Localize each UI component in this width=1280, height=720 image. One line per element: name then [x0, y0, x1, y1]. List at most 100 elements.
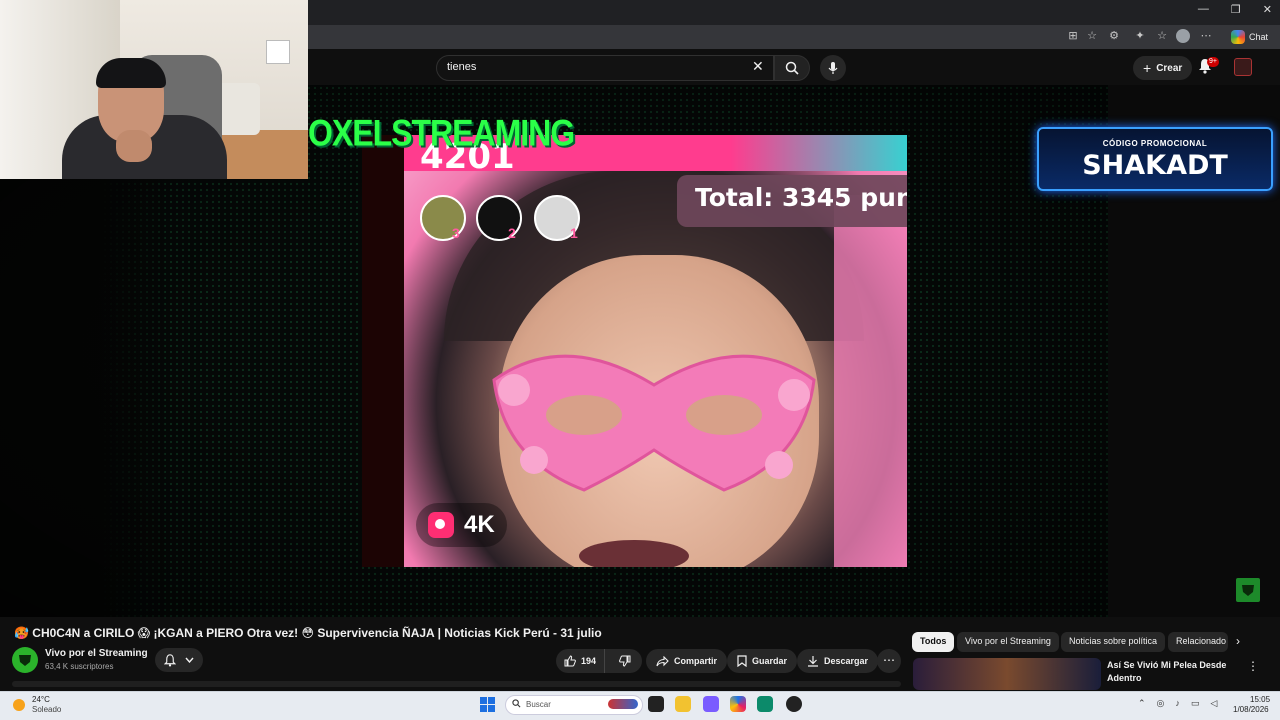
- download-button[interactable]: Descargar: [797, 649, 879, 673]
- likes-icon: [428, 512, 454, 538]
- subscription-bell-button[interactable]: [155, 648, 203, 672]
- recommendation-title[interactable]: Así Se Vivió Mi Pelea Desde Adentro: [1107, 659, 1232, 685]
- browser-menu-icon[interactable]: ⋯: [1199, 29, 1213, 43]
- task-view-icon[interactable]: [648, 696, 664, 712]
- clip-likes-count: 4K: [464, 511, 495, 538]
- search-button[interactable]: [774, 55, 810, 81]
- microphone-icon: [828, 62, 838, 74]
- weather-description[interactable]: Soleado: [32, 705, 61, 714]
- clip-likes-pill: 4K: [416, 503, 507, 547]
- copilot-icon: [1230, 30, 1245, 44]
- create-button[interactable]: + Crear: [1133, 56, 1193, 80]
- webcam-overlay: [0, 0, 308, 179]
- share-button[interactable]: Compartir: [646, 649, 728, 673]
- save-button[interactable]: Guardar: [727, 649, 798, 673]
- rank-number: 1: [570, 225, 578, 241]
- edge-browser-icon[interactable]: [757, 696, 773, 712]
- stream-watermark: OXELSTREAMING: [308, 112, 575, 154]
- like-count: 194: [581, 656, 597, 666]
- window-controls: — ❐ ✕: [1198, 3, 1272, 16]
- clock-date[interactable]: 1/08/2026: [1233, 705, 1269, 714]
- system-tray: ⌃ ◎ ♪ ▭ ◁: [1138, 698, 1217, 709]
- create-label: Crear: [1156, 62, 1183, 74]
- search-input[interactable]: tienes: [436, 55, 774, 81]
- shield-icon: [1242, 585, 1254, 596]
- weather-temperature[interactable]: 24°C: [32, 695, 50, 704]
- clock-time[interactable]: 15:05: [1250, 695, 1270, 704]
- notification-count-badge: 9+: [1207, 57, 1219, 67]
- webcam-person-hair: [96, 58, 166, 88]
- clip-mouth: [579, 540, 689, 567]
- download-icon: [808, 656, 818, 667]
- webcam-person-hand: [116, 130, 152, 162]
- pink-mask-filter: [492, 354, 816, 492]
- promo-code-banner: CÓDIGO PROMOCIONAL SHAKADT: [1037, 127, 1273, 191]
- network-icon[interactable]: ▭: [1191, 698, 1200, 709]
- thumbs-down-icon: [619, 655, 631, 667]
- chevron-up-icon[interactable]: ⌃: [1138, 698, 1146, 709]
- bookmark-icon: [737, 655, 747, 667]
- like-button[interactable]: 194: [556, 649, 606, 673]
- rank-number: 3: [452, 225, 460, 241]
- search-highlight-icon[interactable]: [608, 699, 638, 709]
- file-explorer-icon[interactable]: [675, 696, 691, 712]
- save-label: Guardar: [752, 656, 788, 666]
- chevron-down-icon: [185, 657, 194, 663]
- search-icon: [785, 61, 799, 75]
- shield-icon: [19, 655, 31, 666]
- webcam-wall-frame: [266, 40, 290, 64]
- copilot-chat-button[interactable]: Chat: [1230, 28, 1268, 46]
- volume-icon[interactable]: ◁: [1210, 698, 1217, 709]
- bell-icon: [164, 653, 177, 667]
- recommendation-thumbnail[interactable]: [913, 658, 1101, 690]
- more-actions-button[interactable]: ⋯: [877, 649, 901, 673]
- like-dislike-group: 194: [556, 649, 642, 673]
- channel-name[interactable]: Vivo por el Streaming: [45, 648, 148, 659]
- share-label: Compartir: [674, 656, 718, 666]
- profile-avatar-icon[interactable]: [1176, 29, 1190, 43]
- bookmark-star-icon[interactable]: ☆: [1085, 29, 1099, 43]
- search-icon: [512, 699, 521, 708]
- chip-politics-news[interactable]: Noticias sobre política: [1061, 632, 1166, 652]
- voice-search-button[interactable]: [820, 55, 846, 81]
- clip-pink-background: [834, 195, 907, 567]
- embedded-clip: 4201 Total: 3345 punt 3 2 1 4K: [404, 135, 907, 567]
- share-icon: [656, 655, 669, 666]
- chat-label: Chat: [1248, 32, 1268, 42]
- extension-icon[interactable]: ⚙: [1107, 29, 1121, 43]
- subscriber-count: 63,4 K suscriptores: [45, 662, 114, 671]
- channel-avatar[interactable]: [12, 647, 38, 673]
- video-title: 🥵 CH0C4N a CIRILO 😱 ¡KGAN a PIERO Otra v…: [14, 626, 602, 640]
- install-app-icon[interactable]: ⊞: [1066, 29, 1080, 43]
- clear-search-icon[interactable]: ✕: [752, 58, 764, 75]
- account-avatar[interactable]: [1234, 58, 1252, 76]
- promo-code: SHAKADT: [1082, 150, 1228, 181]
- promo-label: CÓDIGO PROMOCIONAL: [1102, 139, 1208, 148]
- chevron-right-icon[interactable]: ›: [1236, 634, 1240, 648]
- obs-icon[interactable]: [786, 696, 802, 712]
- tray-app-icon[interactable]: ◎: [1157, 698, 1165, 709]
- close-window-button[interactable]: ✕: [1263, 3, 1272, 16]
- extensions-puzzle-icon[interactable]: ✦: [1133, 29, 1147, 43]
- chip-all[interactable]: Todos: [912, 632, 955, 652]
- copilot-app-icon[interactable]: [730, 696, 746, 712]
- rank-number: 2: [508, 225, 516, 241]
- microphone-icon[interactable]: ♪: [1175, 698, 1180, 709]
- channel-watermark-icon[interactable]: [1236, 578, 1260, 602]
- clip-side-shadow: [362, 135, 404, 567]
- favorites-icon[interactable]: ☆: [1155, 29, 1169, 43]
- discord-icon[interactable]: [703, 696, 719, 712]
- sun-icon[interactable]: [13, 699, 25, 711]
- windows-start-icon[interactable]: [480, 697, 495, 712]
- clip-total-points: Total: 3345 punt: [677, 175, 907, 227]
- chip-channel[interactable]: Vivo por el Streaming: [957, 632, 1059, 652]
- recommendation-menu-icon[interactable]: ⋮: [1247, 659, 1259, 673]
- maximize-button[interactable]: ❐: [1231, 3, 1241, 16]
- dislike-button[interactable]: [610, 649, 640, 673]
- minimize-button[interactable]: —: [1198, 3, 1209, 16]
- plus-icon: +: [1143, 60, 1152, 76]
- thumbs-up-icon: [564, 655, 576, 667]
- chip-related[interactable]: Relacionado: [1168, 632, 1228, 652]
- download-label: Descargar: [824, 656, 869, 666]
- description-box-edge: [12, 681, 901, 687]
